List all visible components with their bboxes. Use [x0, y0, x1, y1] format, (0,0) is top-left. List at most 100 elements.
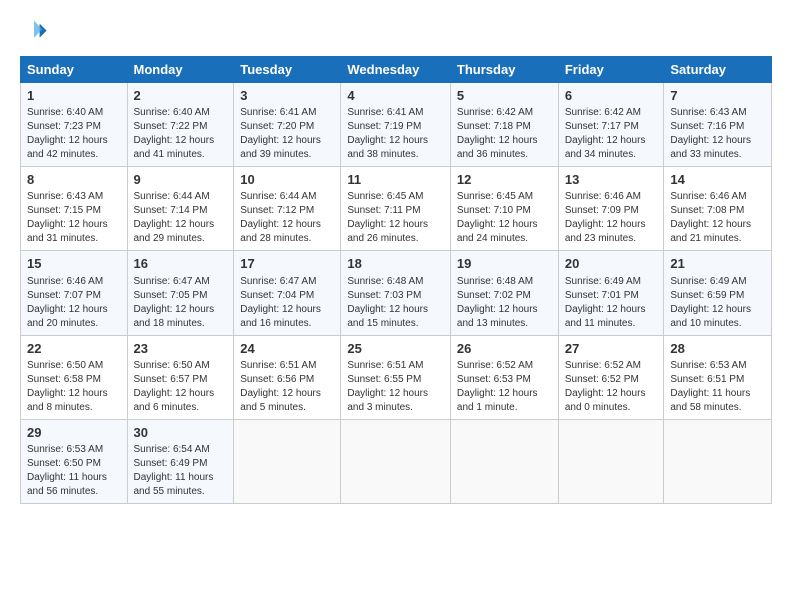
table-row: 1Sunrise: 6:40 AM Sunset: 7:23 PM Daylig… — [21, 83, 128, 167]
table-row: 20 Sunrise: 6:49 AM Sunset: 7:01 PM Dayli… — [558, 251, 664, 335]
day-number: 29 — [27, 424, 121, 442]
day-number: 7 — [670, 87, 765, 105]
day-number: 26 — [457, 340, 552, 358]
table-row: 11Sunrise: 6:45 AM Sunset: 7:11 PM Dayli… — [341, 167, 451, 251]
day-info: Sunrise: 6:45 AM Sunset: 7:11 PM Dayligh… — [347, 190, 444, 246]
table-row — [234, 419, 341, 503]
day-number: 11 — [347, 171, 444, 189]
day-info: Sunrise: 6:54 AM Sunset: 6:49 PM Dayligh… — [134, 443, 228, 499]
day-number: 15 — [27, 255, 121, 273]
col-header-wednesday: Wednesday — [341, 57, 451, 83]
day-number: 25 — [347, 340, 444, 358]
day-info: Sunrise: 6:47 AM Sunset: 7:04 PM Dayligh… — [240, 275, 334, 331]
day-info: Sunrise: 6:43 AM Sunset: 7:15 PM Dayligh… — [27, 190, 121, 246]
day-info: Sunrise: 6:44 AM Sunset: 7:12 PM Dayligh… — [240, 190, 334, 246]
day-info: Sunrise: 6:46 AM Sunset: 7:07 PM Dayligh… — [27, 275, 121, 331]
table-row: 14Sunrise: 6:46 AM Sunset: 7:08 PM Dayli… — [664, 167, 772, 251]
day-number: 13 — [565, 171, 658, 189]
day-info: Sunrise: 6:47 AM Sunset: 7:05 PM Dayligh… — [134, 275, 228, 331]
day-info: Sunrise: 6:40 AM Sunset: 7:23 PM Dayligh… — [27, 106, 121, 162]
table-row: 27Sunrise: 6:52 AM Sunset: 6:52 PM Dayli… — [558, 335, 664, 419]
day-number: 9 — [134, 171, 228, 189]
table-row: 6Sunrise: 6:42 AM Sunset: 7:17 PM Daylig… — [558, 83, 664, 167]
table-row: 5Sunrise: 6:42 AM Sunset: 7:18 PM Daylig… — [450, 83, 558, 167]
day-info: Sunrise: 6:51 AM Sunset: 6:56 PM Dayligh… — [240, 359, 334, 415]
day-number: 27 — [565, 340, 658, 358]
day-info: Sunrise: 6:43 AM Sunset: 7:16 PM Dayligh… — [670, 106, 765, 162]
day-number: 12 — [457, 171, 552, 189]
table-row: 24Sunrise: 6:51 AM Sunset: 6:56 PM Dayli… — [234, 335, 341, 419]
table-row: 4Sunrise: 6:41 AM Sunset: 7:19 PM Daylig… — [341, 83, 451, 167]
day-number: 1 — [27, 87, 121, 105]
logo-icon — [20, 18, 48, 46]
table-row: 16 Sunrise: 6:47 AM Sunset: 7:05 PM Dayli… — [127, 251, 234, 335]
table-row — [341, 419, 451, 503]
day-info: Sunrise: 6:41 AM Sunset: 7:19 PM Dayligh… — [347, 106, 444, 162]
day-info: Sunrise: 6:46 AM Sunset: 7:09 PM Dayligh… — [565, 190, 658, 246]
page-header — [20, 18, 772, 46]
day-number: 8 — [27, 171, 121, 189]
col-header-sunday: Sunday — [21, 57, 128, 83]
table-row: 23Sunrise: 6:50 AM Sunset: 6:57 PM Dayli… — [127, 335, 234, 419]
day-info: Sunrise: 6:44 AM Sunset: 7:14 PM Dayligh… — [134, 190, 228, 246]
logo — [20, 18, 52, 46]
table-row: 17 Sunrise: 6:47 AM Sunset: 7:04 PM Dayli… — [234, 251, 341, 335]
day-number: 22 — [27, 340, 121, 358]
day-number: 21 — [670, 255, 765, 273]
table-row: 25Sunrise: 6:51 AM Sunset: 6:55 PM Dayli… — [341, 335, 451, 419]
day-number: 2 — [134, 87, 228, 105]
day-number: 19 — [457, 255, 552, 273]
day-number: 28 — [670, 340, 765, 358]
day-number: 18 — [347, 255, 444, 273]
col-header-friday: Friday — [558, 57, 664, 83]
table-row: 13Sunrise: 6:46 AM Sunset: 7:09 PM Dayli… — [558, 167, 664, 251]
table-row: 28Sunrise: 6:53 AM Sunset: 6:51 PM Dayli… — [664, 335, 772, 419]
day-info: Sunrise: 6:53 AM Sunset: 6:51 PM Dayligh… — [670, 359, 765, 415]
day-number: 10 — [240, 171, 334, 189]
col-header-thursday: Thursday — [450, 57, 558, 83]
day-number: 5 — [457, 87, 552, 105]
table-row: 9Sunrise: 6:44 AM Sunset: 7:14 PM Daylig… — [127, 167, 234, 251]
table-row: 29Sunrise: 6:53 AM Sunset: 6:50 PM Dayli… — [21, 419, 128, 503]
day-info: Sunrise: 6:50 AM Sunset: 6:57 PM Dayligh… — [134, 359, 228, 415]
table-row: 7Sunrise: 6:43 AM Sunset: 7:16 PM Daylig… — [664, 83, 772, 167]
calendar-table: SundayMondayTuesdayWednesdayThursdayFrid… — [20, 56, 772, 504]
day-info: Sunrise: 6:42 AM Sunset: 7:17 PM Dayligh… — [565, 106, 658, 162]
day-number: 24 — [240, 340, 334, 358]
table-row: 26Sunrise: 6:52 AM Sunset: 6:53 PM Dayli… — [450, 335, 558, 419]
table-row — [450, 419, 558, 503]
table-row: 22Sunrise: 6:50 AM Sunset: 6:58 PM Dayli… — [21, 335, 128, 419]
table-row — [664, 419, 772, 503]
day-number: 23 — [134, 340, 228, 358]
day-info: Sunrise: 6:52 AM Sunset: 6:52 PM Dayligh… — [565, 359, 658, 415]
table-row: 15 Sunrise: 6:46 AM Sunset: 7:07 PM Dayli… — [21, 251, 128, 335]
day-info: Sunrise: 6:41 AM Sunset: 7:20 PM Dayligh… — [240, 106, 334, 162]
day-info: Sunrise: 6:53 AM Sunset: 6:50 PM Dayligh… — [27, 443, 121, 499]
day-info: Sunrise: 6:45 AM Sunset: 7:10 PM Dayligh… — [457, 190, 552, 246]
day-number: 20 — [565, 255, 658, 273]
day-info: Sunrise: 6:40 AM Sunset: 7:22 PM Dayligh… — [134, 106, 228, 162]
day-number: 16 — [134, 255, 228, 273]
table-row: 3Sunrise: 6:41 AM Sunset: 7:20 PM Daylig… — [234, 83, 341, 167]
day-info: Sunrise: 6:46 AM Sunset: 7:08 PM Dayligh… — [670, 190, 765, 246]
day-info: Sunrise: 6:42 AM Sunset: 7:18 PM Dayligh… — [457, 106, 552, 162]
day-info: Sunrise: 6:51 AM Sunset: 6:55 PM Dayligh… — [347, 359, 444, 415]
table-row: 21 Sunrise: 6:49 AM Sunset: 6:59 PM Dayli… — [664, 251, 772, 335]
day-number: 17 — [240, 255, 334, 273]
day-number: 6 — [565, 87, 658, 105]
table-row — [558, 419, 664, 503]
table-row: 30Sunrise: 6:54 AM Sunset: 6:49 PM Dayli… — [127, 419, 234, 503]
col-header-monday: Monday — [127, 57, 234, 83]
day-info: Sunrise: 6:50 AM Sunset: 6:58 PM Dayligh… — [27, 359, 121, 415]
day-info: Sunrise: 6:49 AM Sunset: 6:59 PM Dayligh… — [670, 275, 765, 331]
day-info: Sunrise: 6:49 AM Sunset: 7:01 PM Dayligh… — [565, 275, 658, 331]
table-row: 18 Sunrise: 6:48 AM Sunset: 7:03 PM Dayli… — [341, 251, 451, 335]
col-header-saturday: Saturday — [664, 57, 772, 83]
day-number: 14 — [670, 171, 765, 189]
day-info: Sunrise: 6:48 AM Sunset: 7:03 PM Dayligh… — [347, 275, 444, 331]
day-number: 30 — [134, 424, 228, 442]
col-header-tuesday: Tuesday — [234, 57, 341, 83]
table-row: 8Sunrise: 6:43 AM Sunset: 7:15 PM Daylig… — [21, 167, 128, 251]
day-number: 3 — [240, 87, 334, 105]
day-info: Sunrise: 6:48 AM Sunset: 7:02 PM Dayligh… — [457, 275, 552, 331]
